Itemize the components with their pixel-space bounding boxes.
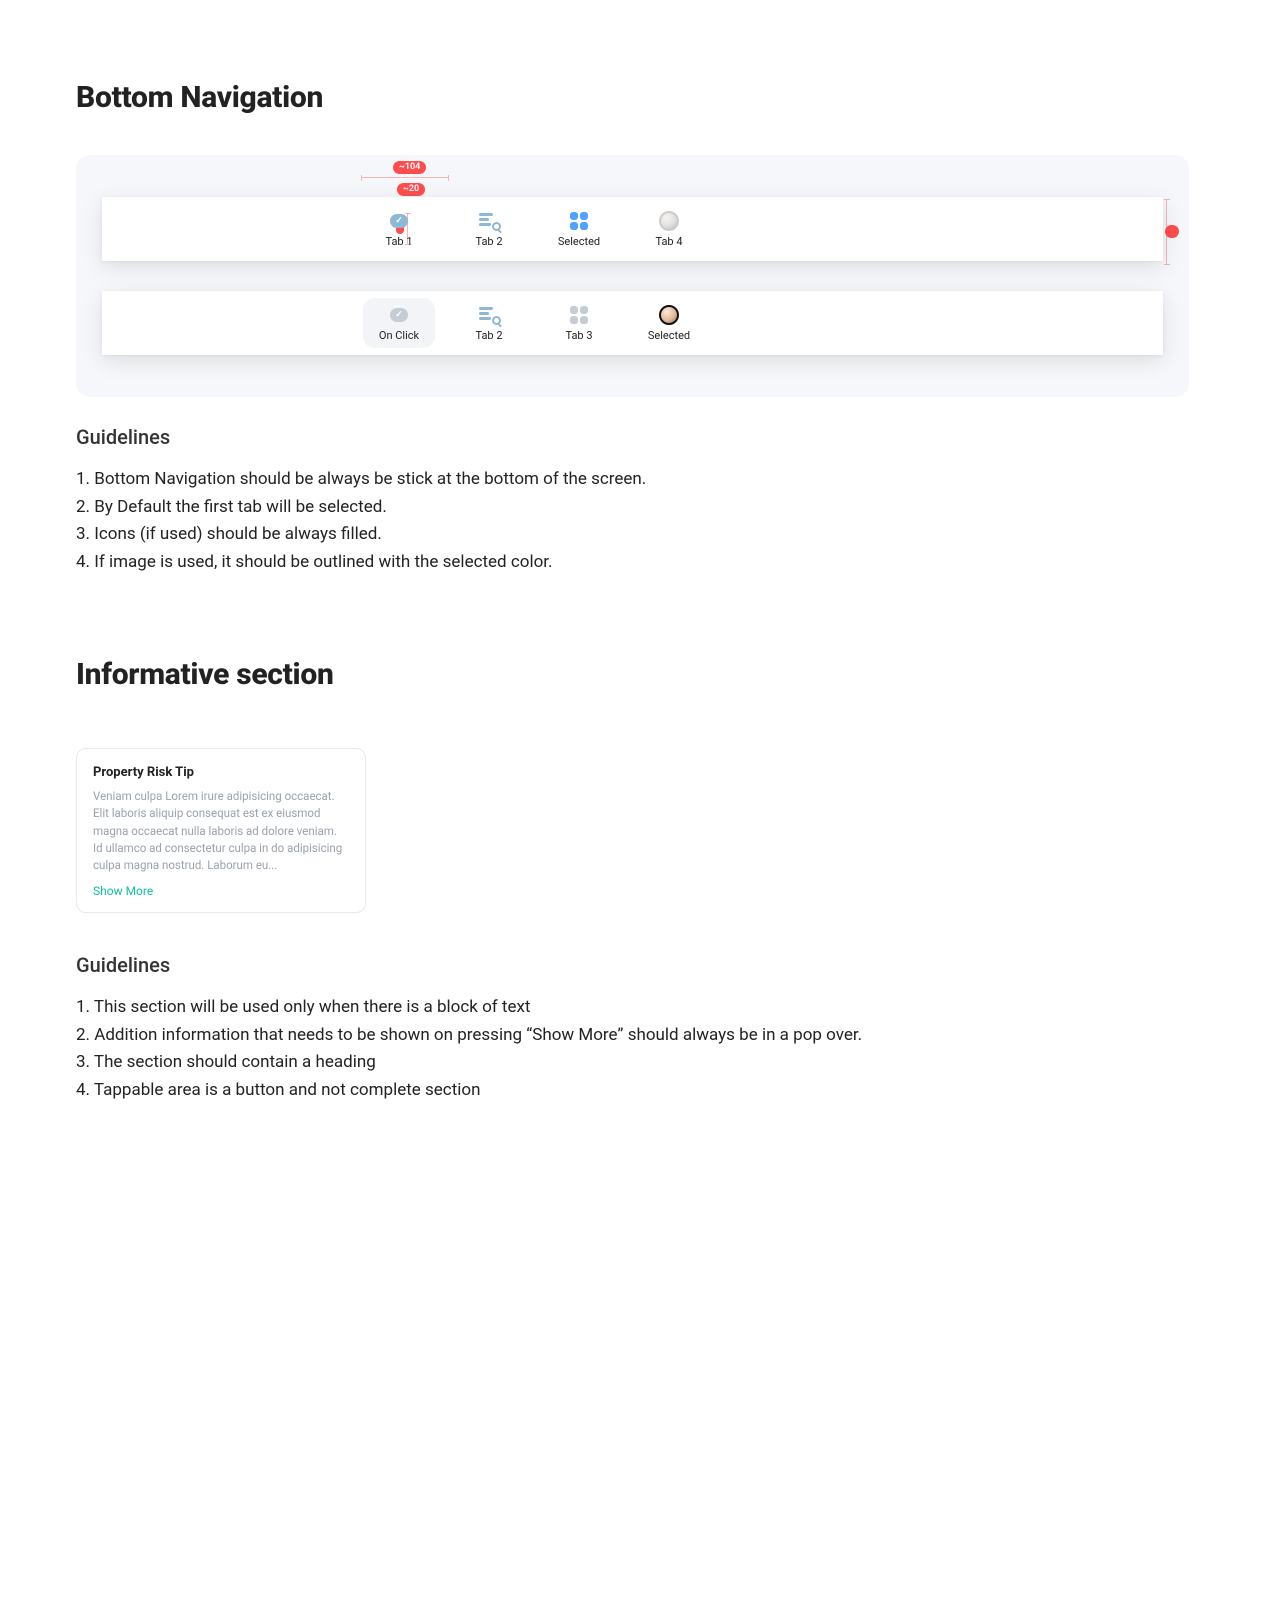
- nav-tab-3b-label: Tab 3: [565, 329, 592, 342]
- nav-tab-4b-label: Selected: [648, 329, 690, 342]
- section-heading-informative: Informative section: [76, 657, 1189, 692]
- guidelines-list-1: 1. Bottom Navigation should be always be…: [76, 467, 1189, 575]
- section-heading-bottom-navigation: Bottom Navigation: [76, 80, 1189, 115]
- chat-check-icon: [388, 304, 410, 326]
- avatar-icon: [658, 210, 680, 232]
- nav-tab-onclick[interactable]: On Click: [354, 291, 444, 355]
- bottom-nav-bar-onclick: On Click Tab 2 Tab 3 Selected: [102, 291, 1163, 355]
- guideline-item: 2. By Default the first tab will be sele…: [76, 495, 1189, 521]
- informative-card-body: Veniam culpa Lorem irure adipisicing occ…: [93, 788, 349, 874]
- show-more-button[interactable]: Show More: [93, 884, 153, 898]
- list-search-icon: [478, 304, 500, 326]
- chat-check-icon: [388, 210, 410, 232]
- nav-tab-2b[interactable]: Tab 2: [444, 291, 534, 355]
- measurement-pill-narrow: ~20: [397, 183, 425, 196]
- nav-tab-3b[interactable]: Tab 3: [534, 291, 624, 355]
- demo-stage-bottom-nav: ~104 ~20 Tab 1 Tab 2: [76, 155, 1189, 397]
- informative-card: Property Risk Tip Veniam culpa Lorem iru…: [76, 748, 366, 913]
- bottom-nav-bar-default: Tab 1 Tab 2 Selected Tab 4: [102, 197, 1163, 261]
- avatar-icon: [658, 304, 680, 326]
- guideline-item: 1. This section will be used only when t…: [76, 995, 1189, 1021]
- guideline-item: 1. Bottom Navigation should be always be…: [76, 467, 1189, 493]
- measurement-pill-width: ~104: [393, 161, 426, 174]
- nav-tab-onclick-label: On Click: [379, 329, 419, 342]
- guidelines-heading-2: Guidelines: [76, 953, 1189, 977]
- nav-tab-3-label: Selected: [558, 235, 600, 248]
- guideline-item: 3. Icons (if used) should be always fill…: [76, 522, 1189, 548]
- guidelines-list-2: 1. This section will be used only when t…: [76, 995, 1189, 1103]
- guidelines-heading-1: Guidelines: [76, 425, 1189, 449]
- nav-tab-4b-selected[interactable]: Selected: [624, 291, 714, 355]
- nav-tab-2-label: Tab 2: [475, 235, 502, 248]
- grid-icon: [568, 304, 590, 326]
- nav-tab-4-label: Tab 4: [655, 235, 682, 248]
- guideline-item: 2. Addition information that needs to be…: [76, 1023, 1189, 1049]
- guideline-item: 3. The section should contain a heading: [76, 1050, 1189, 1076]
- measurement-bracket-width: [361, 177, 449, 178]
- nav-tab-1-label: Tab 1: [385, 235, 412, 248]
- nav-tab-3-selected[interactable]: Selected: [534, 197, 624, 261]
- nav-tab-1[interactable]: Tab 1: [354, 197, 444, 261]
- nav-tab-4[interactable]: Tab 4: [624, 197, 714, 261]
- guideline-item: 4. Tappable area is a button and not com…: [76, 1078, 1189, 1104]
- guideline-item: 4. If image is used, it should be outlin…: [76, 550, 1189, 576]
- nav-tab-2[interactable]: Tab 2: [444, 197, 534, 261]
- list-search-icon: [478, 210, 500, 232]
- grid-icon: [568, 210, 590, 232]
- measurement-pill-right: [1165, 225, 1179, 238]
- informative-card-title: Property Risk Tip: [93, 765, 349, 780]
- nav-tab-2b-label: Tab 2: [475, 329, 502, 342]
